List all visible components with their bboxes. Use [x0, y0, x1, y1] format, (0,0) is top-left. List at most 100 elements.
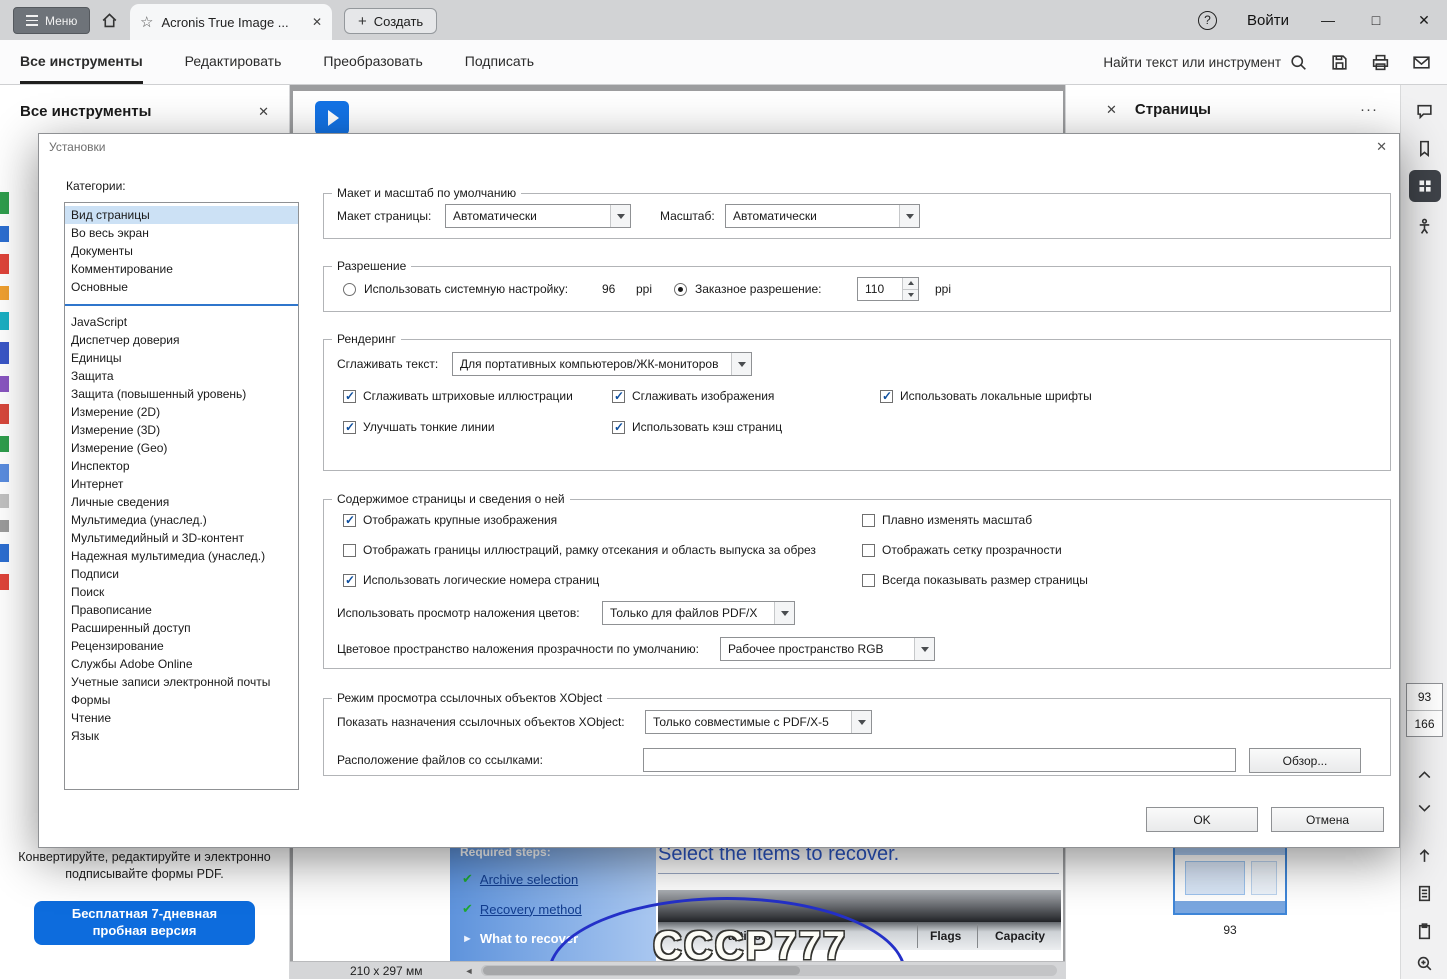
checkbox-box[interactable] — [862, 543, 875, 557]
more-options-icon[interactable]: ··· — [1360, 101, 1378, 118]
stepper-value[interactable]: 110 — [858, 278, 902, 300]
tab-convert[interactable]: Преобразовать — [323, 40, 422, 84]
custom-resolution-radio[interactable] — [674, 283, 687, 296]
wizard-step-link[interactable]: Archive selection — [480, 872, 578, 887]
tab-close-icon[interactable]: ✕ — [312, 15, 322, 29]
trial-button[interactable]: Бесплатная 7-дневная пробная версия — [34, 901, 255, 945]
blend-space-dropdown[interactable]: Рабочее пространство RGB — [720, 637, 935, 661]
zoom-dropdown[interactable]: Автоматически — [725, 204, 920, 228]
system-resolution-radio[interactable] — [343, 283, 356, 296]
ok-button[interactable]: OK — [1146, 807, 1258, 832]
checkbox-smooth-images[interactable]: Сглаживать изображения — [612, 389, 774, 403]
horizontal-scrollbar[interactable] — [481, 965, 1057, 976]
cancel-button[interactable]: Отмена — [1271, 807, 1384, 832]
wizard-step-method[interactable]: ✔ Recovery method — [462, 901, 582, 917]
document-tab[interactable]: ☆ Acronis True Image ... ✕ — [130, 4, 332, 40]
wizard-step-link[interactable]: Recovery method — [480, 902, 582, 917]
page-thumbnails-button[interactable] — [1401, 168, 1447, 204]
checkbox-smooth-zoom[interactable]: Плавно изменять масштаб — [862, 513, 1032, 527]
current-page-field[interactable]: 93 — [1407, 684, 1442, 710]
category-item[interactable]: Службы Adobe Online — [65, 655, 298, 673]
tab-edit[interactable]: Редактировать — [185, 40, 282, 84]
email-icon[interactable] — [1412, 53, 1431, 72]
menu-button[interactable]: Меню — [13, 7, 91, 34]
media-annotation-icon[interactable] — [315, 101, 349, 135]
checkbox-box[interactable] — [343, 543, 356, 557]
checkbox-box[interactable] — [862, 573, 875, 587]
checkbox-local-fonts[interactable]: Использовать локальные шрифты — [880, 389, 1092, 403]
checkbox-smooth-line-art[interactable]: Сглаживать штриховые иллюстрации — [343, 389, 573, 403]
close-button[interactable]: ✕ — [1415, 12, 1433, 29]
scroll-down-button[interactable] — [1401, 789, 1447, 825]
wizard-step-archive[interactable]: ✔ Archive selection — [462, 871, 578, 887]
checkbox-page-cache[interactable]: Использовать кэш страниц — [612, 420, 782, 434]
category-item[interactable]: Во весь экран — [65, 224, 298, 242]
category-item[interactable]: Язык — [65, 727, 298, 745]
print-icon[interactable] — [1371, 53, 1390, 72]
xobject-show-dropdown[interactable]: Только совместимые с PDF/X-5 — [645, 710, 872, 734]
dropdown-button[interactable] — [731, 353, 751, 375]
scroll-left-icon[interactable]: ◄ — [465, 966, 474, 976]
save-icon[interactable] — [1330, 53, 1349, 72]
category-item[interactable]: Мультимедиа (унаслед.) — [65, 511, 298, 529]
scrollbar-thumb[interactable] — [483, 966, 800, 975]
bookmarks-button[interactable] — [1401, 130, 1447, 166]
category-item[interactable]: Интернет — [65, 475, 298, 493]
checkbox-box[interactable] — [343, 573, 356, 587]
category-item[interactable]: Личные сведения — [65, 493, 298, 511]
category-item[interactable]: Мультимедийный и 3D-контент — [65, 529, 298, 547]
browse-button[interactable]: Обзор... — [1249, 748, 1361, 773]
category-item[interactable]: Диспетчер доверия — [65, 331, 298, 349]
category-item-selected[interactable]: Вид страницы — [65, 206, 298, 224]
category-item[interactable]: Измерение (Geo) — [65, 439, 298, 457]
category-item[interactable]: Учетные записи электронной почты — [65, 673, 298, 691]
clipboard-button[interactable] — [1401, 913, 1447, 949]
accessibility-button[interactable] — [1401, 208, 1447, 244]
search-box[interactable]: Найти текст или инструмент — [1103, 53, 1308, 72]
star-icon[interactable]: ☆ — [140, 13, 153, 31]
page-indicator[interactable]: 93 166 — [1406, 683, 1443, 737]
maximize-button[interactable]: □ — [1367, 12, 1385, 28]
page-up-button[interactable] — [1401, 837, 1447, 873]
category-item[interactable]: Защита (повышенный уровень) — [65, 385, 298, 403]
category-item[interactable]: Поиск — [65, 583, 298, 601]
checkbox-box[interactable] — [612, 389, 625, 403]
tab-all-tools[interactable]: Все инструменты — [20, 40, 143, 84]
panel-close-icon[interactable]: ✕ — [258, 104, 269, 120]
category-item[interactable]: Правописание — [65, 601, 298, 619]
category-item[interactable]: Надежная мультимедиа (унаслед.) — [65, 547, 298, 565]
checkbox-box[interactable] — [880, 389, 893, 403]
checkbox-transparency-grid[interactable]: Отображать сетку прозрачности — [862, 543, 1062, 557]
category-item[interactable]: Рецензирование — [65, 637, 298, 655]
category-item[interactable]: Комментирование — [65, 260, 298, 278]
category-item[interactable]: Измерение (2D) — [65, 403, 298, 421]
comments-button[interactable] — [1401, 93, 1447, 129]
category-item[interactable]: Измерение (3D) — [65, 421, 298, 439]
category-item[interactable]: JavaScript — [65, 313, 298, 331]
dropdown-button[interactable] — [851, 711, 871, 733]
column-capacity[interactable]: Capacity — [995, 929, 1045, 943]
pages-close-icon[interactable]: ✕ — [1106, 102, 1117, 118]
checkbox-large-images[interactable]: Отображать крупные изображения — [343, 513, 557, 527]
page-thumbnail[interactable] — [1173, 843, 1287, 915]
minimize-button[interactable]: — — [1319, 12, 1337, 28]
xobject-location-input[interactable] — [643, 748, 1236, 772]
category-item[interactable]: Расширенный доступ — [65, 619, 298, 637]
create-button[interactable]: + Создать — [344, 8, 438, 34]
category-item[interactable]: Документы — [65, 242, 298, 260]
category-item[interactable]: Формы — [65, 691, 298, 709]
stepper-down-button[interactable] — [903, 288, 918, 300]
custom-resolution-stepper[interactable]: 110 — [857, 277, 919, 301]
signin-button[interactable]: Войти — [1247, 12, 1289, 29]
checkbox-always-page-size[interactable]: Всегда показывать размер страницы — [862, 573, 1088, 587]
dropdown-button[interactable] — [914, 638, 934, 660]
checkbox-enhance-thin-lines[interactable]: Улучшать тонкие линии — [343, 420, 495, 434]
dropdown-button[interactable] — [899, 205, 919, 227]
overprint-dropdown[interactable]: Только для файлов PDF/X — [602, 601, 795, 625]
checkbox-art-trim-bleed[interactable]: Отображать границы иллюстраций, рамку от… — [343, 543, 816, 557]
dialog-close-icon[interactable]: ✕ — [1376, 139, 1387, 155]
dropdown-button[interactable] — [610, 205, 630, 227]
column-flags[interactable]: Flags — [930, 929, 961, 943]
help-icon[interactable]: ? — [1198, 10, 1218, 30]
category-item[interactable]: Чтение — [65, 709, 298, 727]
